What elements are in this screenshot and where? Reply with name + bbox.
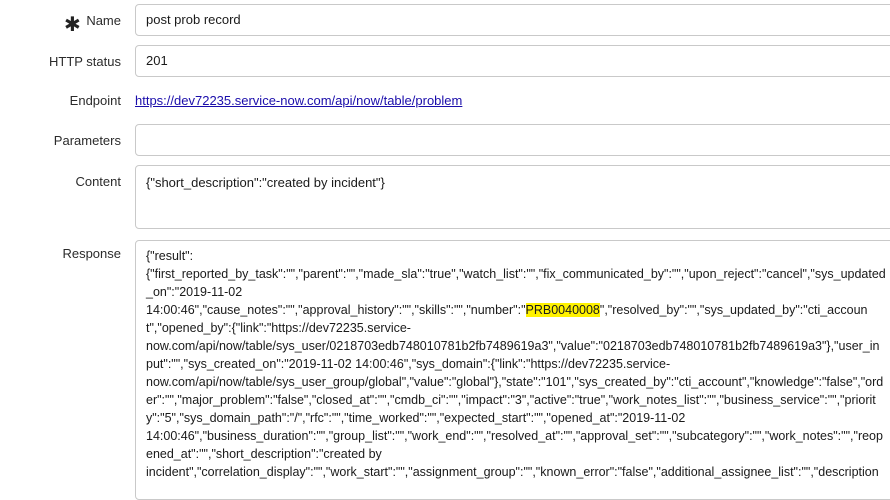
content-label: Content	[75, 174, 121, 189]
http-status-field[interactable]: 201	[135, 45, 890, 77]
content-value: {"short_description":"created by inciden…	[146, 175, 385, 190]
response-label: Response	[62, 246, 121, 261]
response-text-after: ","resolved_by":"","sys_updated_by":"cti…	[146, 303, 884, 479]
parameters-label: Parameters	[53, 133, 121, 148]
name-field[interactable]: post prob record	[135, 4, 890, 36]
endpoint-row: Endpoint https://dev72235.service-now.co…	[0, 92, 890, 112]
response-textarea[interactable]: {"result": {"first_reported_by_task":"",…	[135, 240, 890, 500]
content-row: Content {"short_description":"created by…	[0, 165, 890, 231]
http-status-value: 201	[146, 53, 168, 68]
rest-response-form: ✱ Name post prob record HTTP status 201 …	[0, 0, 890, 500]
http-status-row: HTTP status 201	[0, 45, 890, 79]
content-textarea[interactable]: {"short_description":"created by inciden…	[135, 165, 890, 229]
name-label: Name	[86, 13, 121, 28]
endpoint-label: Endpoint	[69, 93, 121, 108]
asterisk-icon: ✱	[64, 12, 81, 36]
name-row: ✱ Name post prob record	[0, 4, 890, 38]
endpoint-link[interactable]: https://dev72235.service-now.com/api/now…	[135, 93, 462, 108]
name-value: post prob record	[146, 12, 241, 27]
problem-number-highlight: PRB0040008	[525, 303, 600, 317]
parameters-row: Parameters	[0, 124, 890, 158]
http-status-label: HTTP status	[48, 54, 121, 69]
parameters-field[interactable]	[135, 124, 890, 156]
response-text: {"result": {"first_reported_by_task":"",…	[146, 247, 886, 481]
